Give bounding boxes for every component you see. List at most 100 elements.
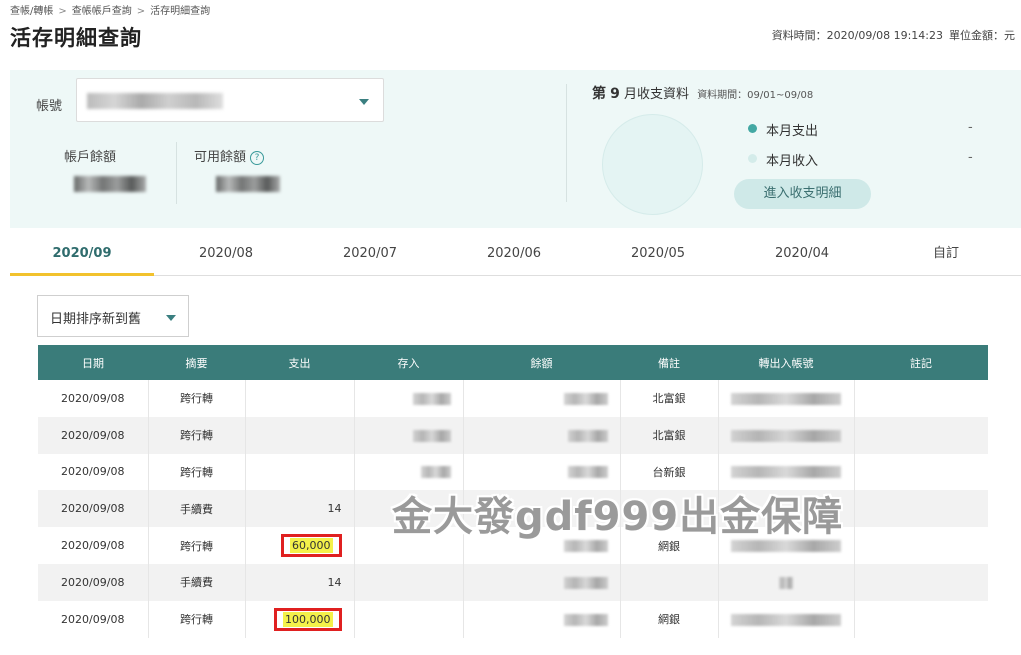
chevron-down-icon bbox=[166, 315, 176, 321]
tab-custom[interactable]: 自訂 bbox=[874, 234, 1018, 276]
data-time: 資料時間：2020/09/08 19:14:23 bbox=[771, 29, 943, 42]
cell-note: 北富銀 bbox=[619, 380, 718, 417]
cell-remark bbox=[853, 380, 988, 417]
tab-2020-08[interactable]: 2020/08 bbox=[154, 234, 298, 276]
cell-remark bbox=[853, 453, 988, 491]
divider bbox=[566, 84, 567, 202]
account-balance-label: 帳戶餘額 bbox=[64, 150, 117, 165]
cell-summary: 跨行轉 bbox=[147, 527, 245, 564]
tab-2020-07[interactable]: 2020/07 bbox=[298, 234, 442, 276]
cell-balance bbox=[462, 600, 620, 638]
column-header-deposit: 存入 bbox=[354, 345, 463, 380]
cell-expense: 14 bbox=[244, 563, 354, 601]
breadcrumb-item[interactable]: 查帳/轉帳 bbox=[10, 6, 53, 17]
cell-deposit bbox=[353, 600, 463, 638]
column-header-date: 日期 bbox=[38, 345, 148, 380]
cell-expense: 60,000 bbox=[244, 527, 354, 564]
table-row: 2020/09/08 跨行轉 北富銀 bbox=[38, 380, 988, 417]
cell-summary: 手續費 bbox=[147, 563, 245, 601]
table-row: 2020/09/08 跨行轉 100,000 網銀 bbox=[38, 600, 988, 638]
chevron-down-icon bbox=[359, 99, 369, 105]
cell-summary: 跨行轉 bbox=[147, 416, 245, 454]
cell-balance bbox=[462, 416, 620, 454]
cell-date: 2020/09/08 bbox=[38, 416, 148, 454]
breadcrumb-item[interactable]: 查帳帳戶查詢 bbox=[72, 6, 132, 17]
watermark-text: 金大發gdf999出金保障 bbox=[392, 494, 844, 540]
cell-counterparty-account bbox=[717, 416, 854, 454]
month-tabs: 2020/09 2020/08 2020/07 2020/06 2020/05 … bbox=[10, 234, 1021, 276]
income-expense-donut-chart bbox=[602, 114, 703, 215]
cell-date: 2020/09/08 bbox=[38, 453, 148, 491]
cell-expense bbox=[244, 416, 354, 454]
highlighted-amount: 100,000 bbox=[274, 607, 342, 631]
expense-value: - bbox=[968, 120, 973, 135]
month-summary-title: 第 9 月收支資料 資料期間：09/01~09/08 bbox=[592, 86, 814, 102]
cell-remark bbox=[853, 527, 988, 564]
cell-deposit bbox=[353, 563, 463, 601]
column-header-counterparty-account: 轉出入帳號 bbox=[718, 345, 854, 380]
income-legend-dot bbox=[748, 154, 757, 163]
masked-value bbox=[731, 466, 841, 479]
masked-value bbox=[731, 392, 841, 405]
column-header-expense: 支出 bbox=[245, 345, 354, 380]
column-header-balance: 餘額 bbox=[463, 345, 620, 380]
column-header-summary: 摘要 bbox=[148, 345, 245, 380]
question-circle-icon[interactable]: ? bbox=[250, 150, 265, 165]
available-balance-label: 可用餘額? bbox=[194, 146, 265, 165]
cell-balance bbox=[462, 563, 620, 601]
cell-date: 2020/09/08 bbox=[38, 380, 148, 417]
masked-value bbox=[563, 576, 608, 589]
cell-date: 2020/09/08 bbox=[38, 490, 148, 528]
masked-value bbox=[412, 392, 451, 405]
cell-expense bbox=[244, 380, 354, 417]
table-row: 2020/09/08 手續費 14 bbox=[38, 563, 988, 601]
account-select[interactable] bbox=[76, 78, 384, 122]
tab-2020-05[interactable]: 2020/05 bbox=[586, 234, 730, 276]
account-summary-panel: 帳號 帳戶餘額 可用餘額? 第 9 月收支資料 資料期間：09/01~09/08… bbox=[10, 70, 1021, 228]
cell-summary: 跨行轉 bbox=[147, 380, 245, 417]
breadcrumb: 查帳/轉帳 > 查帳帳戶查詢 > 活存明細查詢 bbox=[10, 2, 210, 17]
highlighted-amount: 60,000 bbox=[281, 534, 342, 558]
breadcrumb-separator: > bbox=[136, 6, 146, 17]
cell-date: 2020/09/08 bbox=[38, 527, 148, 564]
income-value: - bbox=[968, 150, 973, 165]
cell-expense: 14 bbox=[244, 490, 354, 528]
expense-legend-dot bbox=[748, 124, 757, 133]
masked-value bbox=[563, 613, 608, 626]
account-label: 帳號 bbox=[36, 99, 63, 114]
cell-summary: 跨行轉 bbox=[147, 600, 245, 638]
sort-select[interactable]: 日期排序新到舊 bbox=[37, 295, 189, 337]
cell-remark bbox=[853, 416, 988, 454]
breadcrumb-item: 活存明細查詢 bbox=[150, 6, 211, 17]
masked-value bbox=[779, 576, 793, 589]
cell-deposit bbox=[353, 416, 463, 454]
income-label: 本月收入 bbox=[766, 154, 819, 169]
masked-value bbox=[563, 392, 608, 405]
account-number-masked bbox=[87, 93, 223, 109]
available-balance-masked bbox=[216, 176, 280, 192]
cell-remark bbox=[853, 563, 988, 601]
page-title: 活存明細查詢 bbox=[10, 26, 142, 50]
masked-value bbox=[731, 429, 841, 442]
cell-date: 2020/09/08 bbox=[38, 600, 148, 638]
cell-summary: 跨行轉 bbox=[147, 453, 245, 491]
cell-counterparty-account bbox=[717, 600, 854, 638]
breadcrumb-separator: > bbox=[58, 6, 67, 17]
masked-value bbox=[420, 466, 451, 479]
cell-remark bbox=[853, 490, 988, 528]
data-time-info: 資料時間：2020/09/08 19:14:23 單位金額：元 bbox=[772, 27, 1015, 43]
cell-date: 2020/09/08 bbox=[38, 563, 148, 601]
tab-2020-09[interactable]: 2020/09 bbox=[10, 234, 154, 276]
masked-value bbox=[567, 429, 608, 442]
view-income-expense-details-button[interactable]: 進入收支明細 bbox=[734, 179, 871, 209]
cell-counterparty-account bbox=[717, 563, 854, 601]
tab-2020-04[interactable]: 2020/04 bbox=[730, 234, 874, 276]
cell-expense bbox=[244, 453, 354, 491]
tab-2020-06[interactable]: 2020/06 bbox=[442, 234, 586, 276]
masked-value bbox=[731, 613, 841, 626]
sort-label: 日期排序新到舊 bbox=[50, 312, 142, 327]
divider bbox=[176, 142, 177, 204]
amount-unit: 單位金額：元 bbox=[949, 29, 1015, 42]
expense-label: 本月支出 bbox=[766, 124, 819, 139]
masked-value bbox=[412, 429, 451, 442]
